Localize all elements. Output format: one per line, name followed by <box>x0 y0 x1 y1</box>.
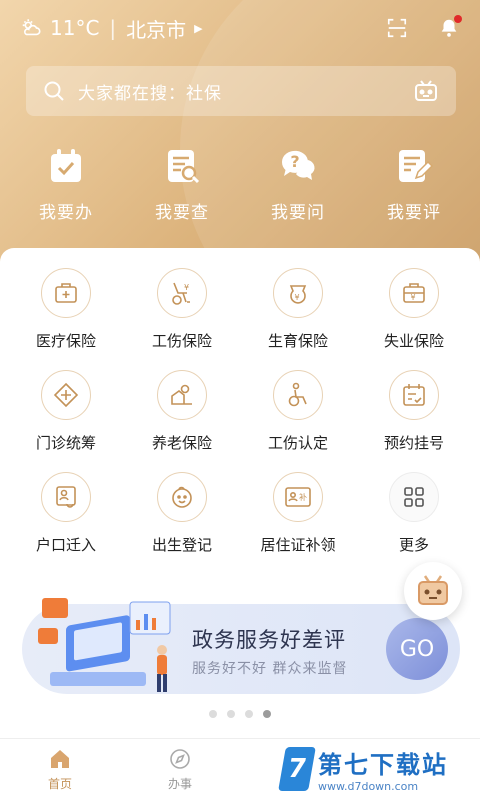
service-injury-insurance[interactable]: ¥ 工伤保险 <box>126 268 238 370</box>
action-handle[interactable]: 我要办 <box>11 146 121 226</box>
document-search-icon <box>168 150 200 184</box>
robot-assistant-icon[interactable] <box>412 77 440 105</box>
household-transfer-icon <box>56 486 76 508</box>
medical-insurance-icon <box>55 283 77 303</box>
service-label: 工伤认定 <box>267 434 328 452</box>
service-medical-insurance[interactable]: 医疗保险 <box>10 268 122 370</box>
caret-right-icon[interactable]: ▶ <box>194 22 202 35</box>
service-label: 出生登记 <box>151 536 212 554</box>
search-icon <box>44 81 64 101</box>
compass-icon <box>170 749 190 769</box>
service-label: 户口迁入 <box>35 536 96 554</box>
floating-assistant-button[interactable] <box>404 562 462 620</box>
action-label: 我要查 <box>155 203 209 223</box>
calendar-check-icon <box>51 149 81 182</box>
robot-assistant-icon <box>418 575 448 605</box>
service-pension[interactable]: 养老保险 <box>126 370 238 472</box>
carousel-indicator <box>0 710 480 718</box>
banner-illustration <box>38 598 171 692</box>
appointment-icon <box>403 384 425 406</box>
weather-partly-cloudy-icon <box>22 19 41 36</box>
service-maternity-insurance[interactable]: ¥ 生育保险 <box>242 268 354 370</box>
service-rating-banner[interactable]: 政务服务好差评 服务好不好 群众来监督 GO <box>22 598 460 694</box>
service-label: 失业保险 <box>383 332 444 350</box>
action-ask[interactable]: ? 我要问 <box>243 146 353 226</box>
birth-registration-icon <box>172 486 192 508</box>
pension-icon <box>171 384 192 405</box>
temperature: 11°C <box>50 16 100 40</box>
service-unemployment-insurance[interactable]: ¥ 失业保险 <box>358 268 470 370</box>
tab-label: 首页 <box>47 777 72 791</box>
svg-text:¥: ¥ <box>411 293 416 302</box>
go-button[interactable]: GO <box>386 618 448 680</box>
injury-identification-icon <box>288 382 307 407</box>
svg-text:?: ? <box>290 152 299 171</box>
search-placeholder: 大家都在搜：社保 <box>78 83 222 104</box>
service-residence-permit[interactable]: 补 居住证补领 <box>242 472 354 574</box>
residence-permit-icon: 补 <box>285 487 311 507</box>
more-grid-icon <box>404 487 424 507</box>
service-label: 医疗保险 <box>35 332 96 350</box>
carousel-dot[interactable] <box>245 710 253 718</box>
service-injury-identification[interactable]: 工伤认定 <box>242 370 354 472</box>
carousel-dot-active[interactable] <box>263 710 271 718</box>
service-label: 预约挂号 <box>383 434 444 452</box>
watermark-title: 第七下载站 <box>318 751 448 779</box>
service-grid: 医疗保险 ¥ 工伤保险 ¥ 生育保险 ¥ 失业保险 门诊统筹 养老保险 工伤认定… <box>8 268 472 574</box>
watermark-logo: 7 <box>278 747 316 791</box>
banner-subtitle: 服务好不好 群众来监督 <box>192 661 348 677</box>
outpatient-icon <box>53 382 79 408</box>
service-outpatient[interactable]: 门诊统筹 <box>10 370 122 472</box>
service-label: 工伤保险 <box>151 332 212 350</box>
svg-text:¥: ¥ <box>184 283 189 292</box>
city-selector[interactable]: 北京市 <box>126 14 186 43</box>
tab-label: 办事 <box>167 777 192 791</box>
service-label: 门诊统筹 <box>35 434 96 452</box>
action-rate[interactable]: 我要评 <box>359 146 469 226</box>
service-label: 养老保险 <box>151 434 212 452</box>
service-household-transfer[interactable]: 户口迁入 <box>10 472 122 574</box>
divider: | <box>109 16 117 40</box>
svg-text:补: 补 <box>299 492 307 502</box>
search-bar[interactable]: 大家都在搜：社保 <box>26 66 456 116</box>
action-label: 我要评 <box>387 203 441 223</box>
top-actions: 我要办 我要查 ? 我要问 我要评 <box>8 146 472 226</box>
injury-insurance-icon: ¥ <box>172 282 190 305</box>
action-query[interactable]: 我要查 <box>127 146 237 226</box>
status-row: 11°C | 北京市 ▶ <box>20 14 462 43</box>
service-label: 更多 <box>398 536 429 554</box>
svg-text:¥: ¥ <box>295 293 300 302</box>
home-icon <box>51 750 69 768</box>
edit-document-icon <box>399 150 434 182</box>
question-chat-icon: ? <box>281 150 315 180</box>
service-label: 居住证补领 <box>260 536 336 554</box>
site-watermark: 7 第七下载站 www.d7down.com <box>278 742 478 796</box>
carousel-dot[interactable] <box>209 710 217 718</box>
services-card: 医疗保险 ¥ 工伤保险 ¥ 生育保险 ¥ 失业保险 门诊统筹 养老保险 工伤认定… <box>0 248 480 738</box>
action-label: 我要问 <box>271 203 325 223</box>
service-birth-registration[interactable]: 出生登记 <box>126 472 238 574</box>
watermark-url: www.d7down.com <box>318 780 419 793</box>
service-appointment[interactable]: 预约挂号 <box>358 370 470 472</box>
scan-icon[interactable] <box>386 17 408 39</box>
tab-home[interactable]: 首页 <box>0 739 120 800</box>
service-more[interactable]: 更多 <box>358 472 470 574</box>
notification-dot <box>454 15 462 23</box>
unemployment-insurance-icon: ¥ <box>403 283 425 303</box>
tab-services[interactable]: 办事 <box>120 739 240 800</box>
service-label: 生育保险 <box>267 332 328 350</box>
notification-button[interactable] <box>438 15 462 39</box>
action-label: 我要办 <box>39 203 93 223</box>
banner-title: 政务服务好差评 <box>192 628 346 652</box>
maternity-insurance-icon: ¥ <box>289 285 307 304</box>
carousel-dot[interactable] <box>227 710 235 718</box>
